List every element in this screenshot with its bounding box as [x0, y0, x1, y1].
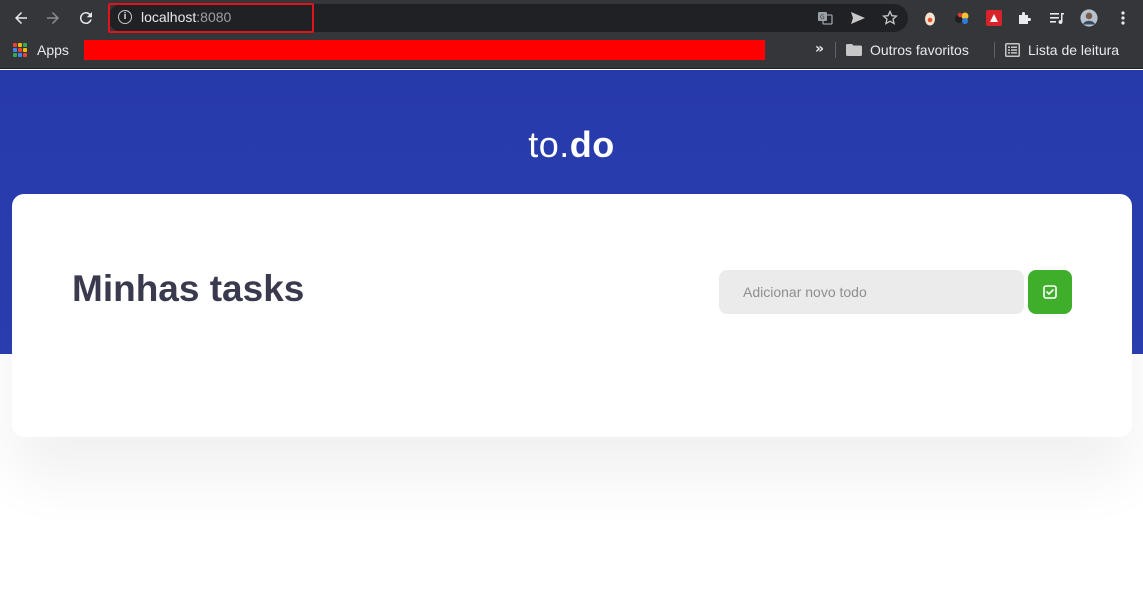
url-host: localhost	[141, 9, 197, 25]
more-bookmarks-chevron[interactable]: »	[815, 41, 824, 57]
extension-button-1[interactable]	[919, 7, 941, 29]
bookmark-star-button[interactable]	[880, 8, 900, 28]
forward-button[interactable]	[43, 8, 63, 28]
back-icon	[15, 12, 27, 24]
url-port: :8080	[196, 9, 232, 25]
other-favorites-folder[interactable]: Outros favoritos	[870, 42, 969, 58]
menu-icon	[1121, 11, 1125, 25]
svg-text:G: G	[820, 14, 825, 21]
info-icon[interactable]: i	[118, 10, 132, 24]
bookmarks-divider-2	[994, 42, 995, 58]
checkbox-icon	[1043, 285, 1057, 299]
page-title: Minhas tasks	[72, 268, 305, 309]
reading-list-button[interactable]: Lista de leitura	[1028, 42, 1119, 58]
profile-avatar	[1080, 9, 1098, 27]
folder-icon	[846, 44, 862, 56]
extension-button-3[interactable]	[983, 7, 1005, 29]
translate-icon: G	[818, 12, 833, 25]
media-icon	[1050, 13, 1064, 25]
logo-light: to.	[528, 124, 570, 165]
add-todo-button[interactable]	[1028, 270, 1072, 314]
reading-list-icon	[1005, 43, 1020, 57]
send-icon	[851, 12, 865, 24]
forward-icon	[47, 12, 59, 24]
logo-bold: do	[569, 124, 615, 165]
tasks-card	[12, 194, 1132, 437]
bookmarks-divider	[835, 42, 836, 58]
extensions-button[interactable]	[1014, 7, 1036, 29]
back-button[interactable]	[11, 8, 31, 28]
egg-icon	[925, 12, 935, 26]
puzzle-icon	[1019, 12, 1031, 24]
translate-button[interactable]: G	[815, 8, 835, 28]
send-button[interactable]	[848, 8, 868, 28]
red-badge-icon	[986, 10, 1002, 26]
app-logo: to.do	[0, 124, 1143, 166]
media-control-button[interactable]	[1046, 7, 1068, 29]
extension-button-2[interactable]	[951, 7, 973, 29]
star-icon	[882, 10, 898, 25]
chrome-menu-button[interactable]	[1112, 7, 1134, 29]
color-dots-icon	[955, 12, 969, 24]
url-text[interactable]: localhost:8080	[141, 9, 231, 25]
redacted-bookmarks	[84, 40, 765, 60]
new-todo-input[interactable]	[719, 270, 1024, 314]
apps-label[interactable]: Apps	[37, 42, 69, 58]
reload-icon	[79, 12, 92, 25]
reload-button[interactable]	[76, 8, 96, 28]
apps-grid-icon[interactable]	[13, 43, 27, 57]
profile-button[interactable]	[1078, 7, 1100, 29]
